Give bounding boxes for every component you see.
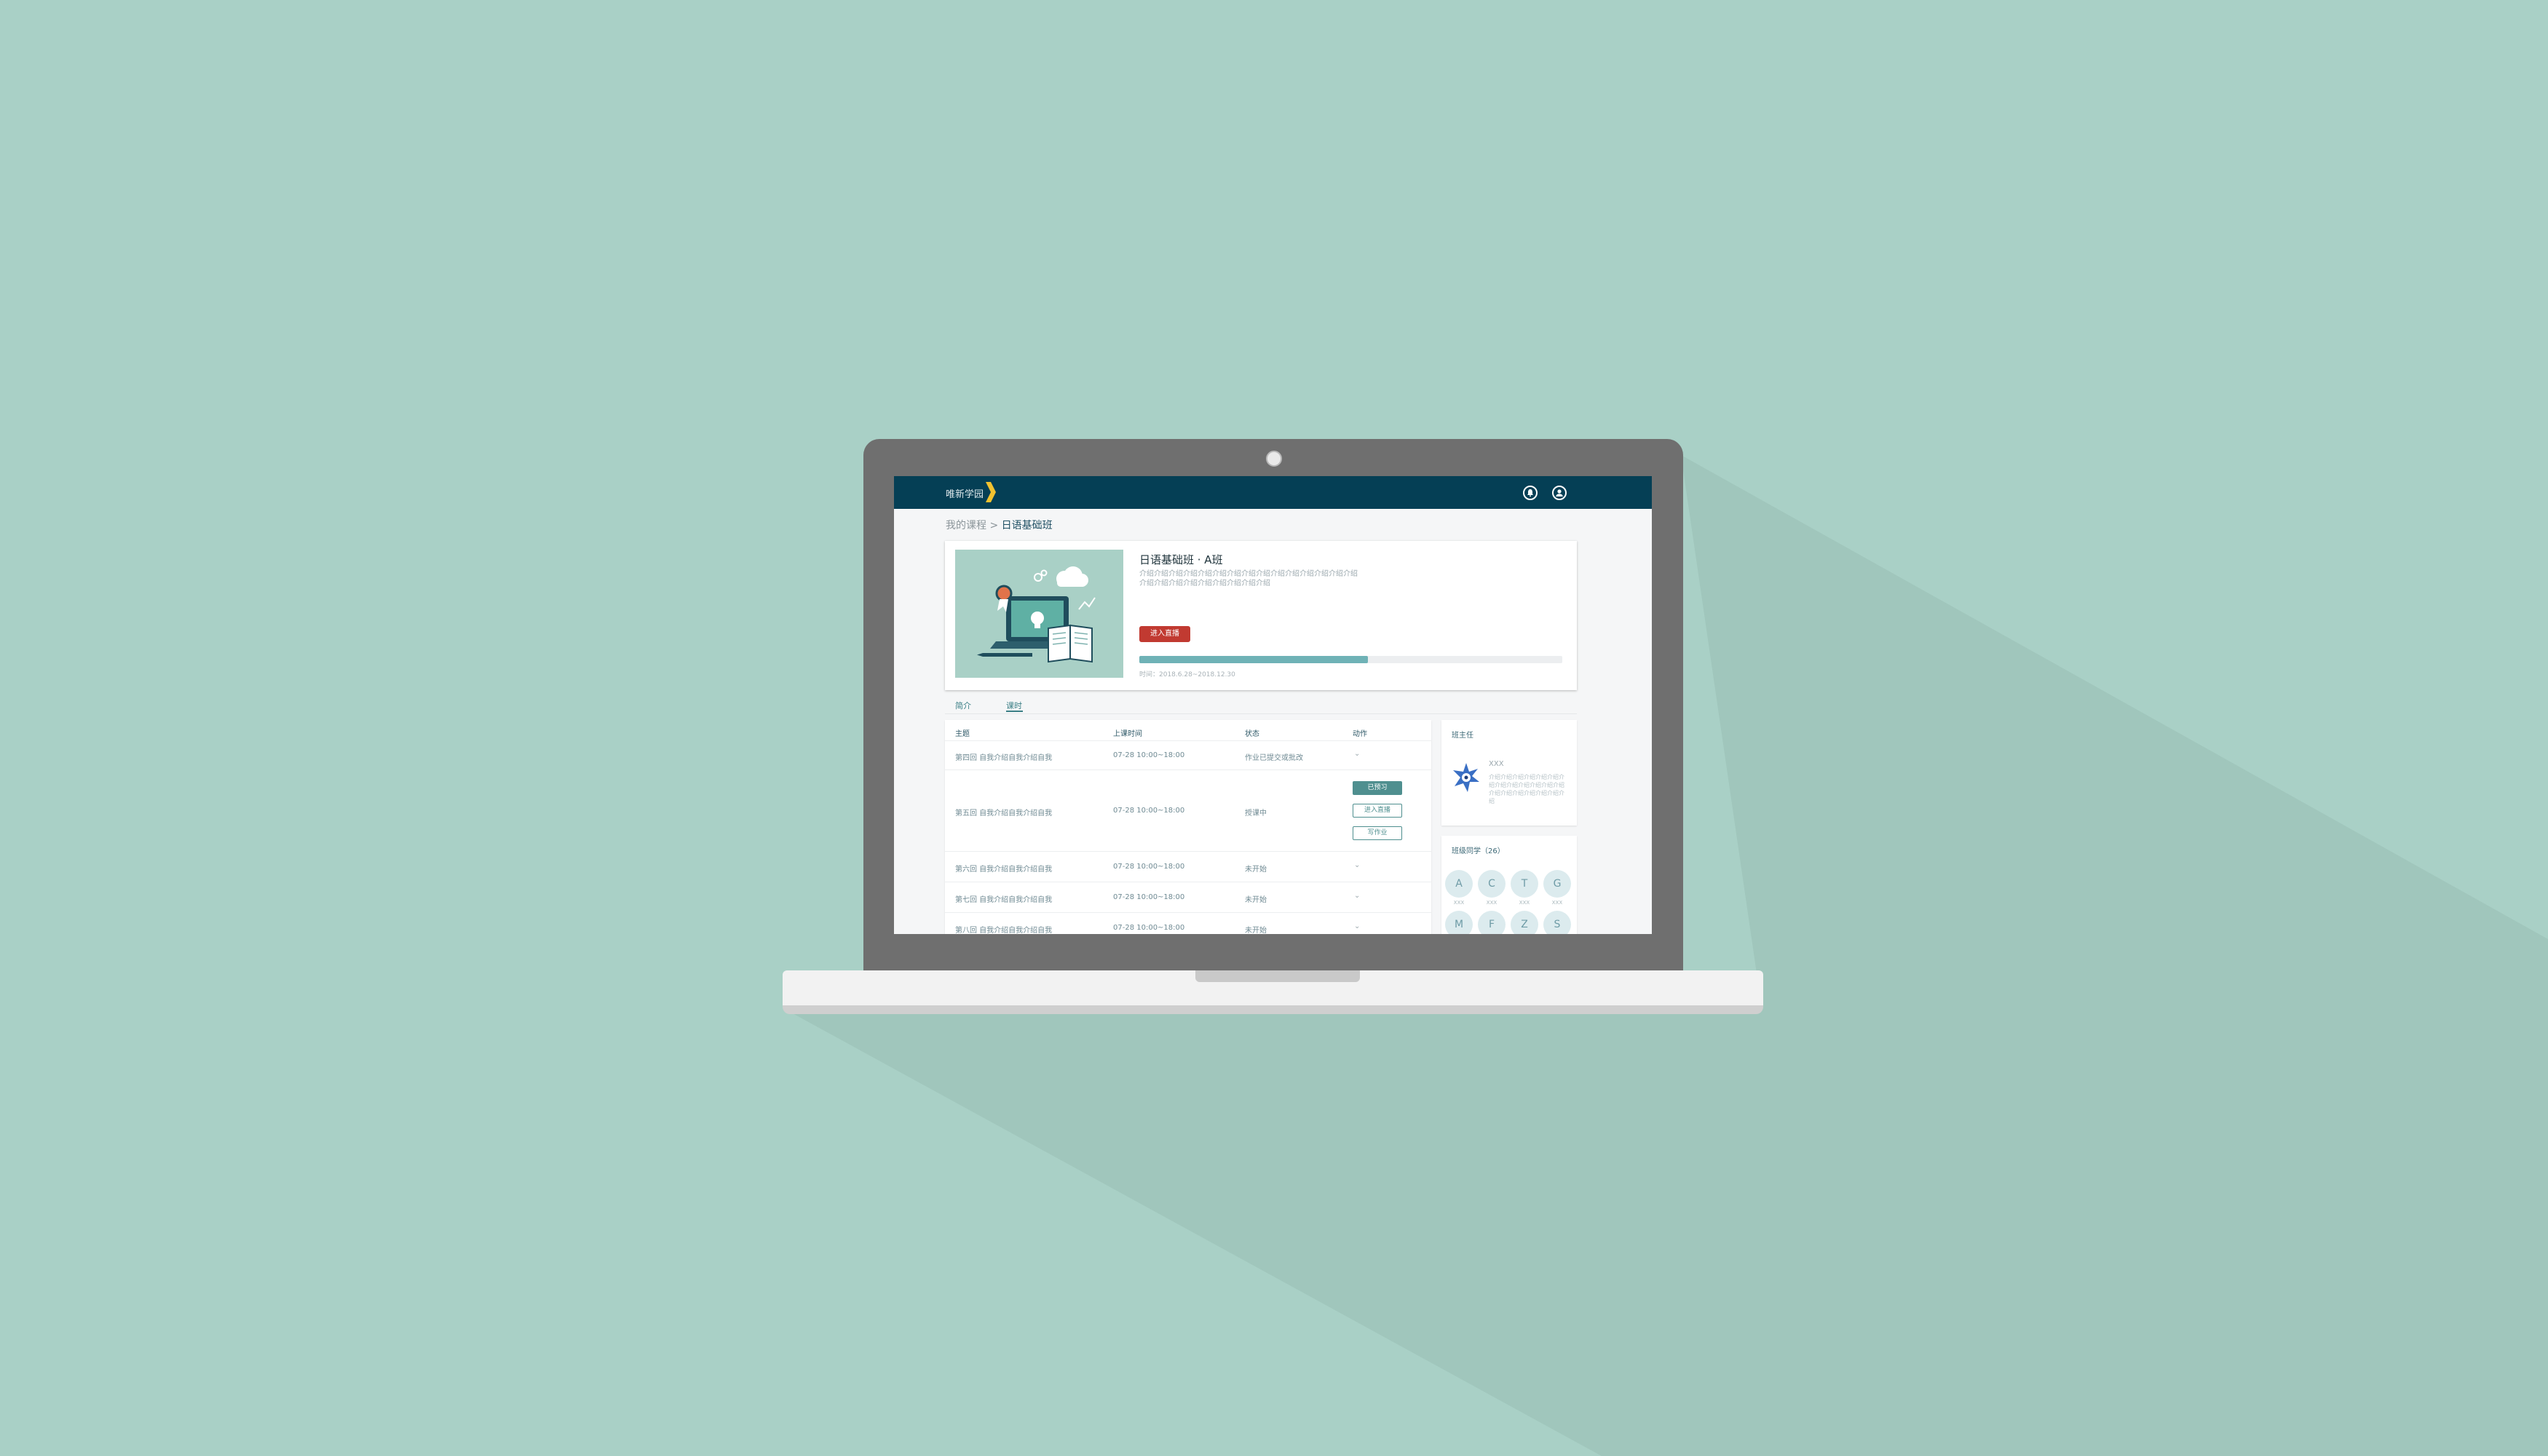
classmate-item[interactable]: S xyxy=(1543,911,1571,934)
classmate-name: XXX xyxy=(1519,900,1530,906)
logo-chevron-icon xyxy=(986,482,996,502)
teacher-panel-title: 班主任 xyxy=(1452,732,1473,740)
user-icon[interactable] xyxy=(1552,486,1567,500)
lesson-status: 未开始 xyxy=(1245,896,1267,904)
app-screen: 唯新学园 我的课程 > 日语基础班 日语基础班 · A班 介绍介绍介绍介绍介绍介… xyxy=(894,476,1652,934)
lessons-table: 主题 上课时间 状态 动作 第四回 自我介绍自我介绍自我 07-28 10:00… xyxy=(945,720,1431,934)
classmate-avatar: T xyxy=(1511,870,1538,898)
teacher-avatar xyxy=(1453,763,1479,792)
previewed-button[interactable]: 已预习 xyxy=(1353,781,1402,795)
lesson-status: 作业已提交或批改 xyxy=(1245,754,1303,762)
classmate-avatar: A xyxy=(1445,870,1473,898)
course-card: 日语基础班 · A班 介绍介绍介绍介绍介绍介绍介绍介绍介绍介绍介绍介绍介绍介绍介… xyxy=(945,541,1577,690)
course-date-range: 时间：2018.6.28~2018.12.30 xyxy=(1139,671,1235,678)
classmate-avatar: C xyxy=(1478,870,1506,898)
chevron-down-icon[interactable]: ⌄ xyxy=(1354,922,1360,930)
classmate-name: XXX xyxy=(1486,900,1497,906)
classmate-avatar: F xyxy=(1478,911,1506,934)
cloud-icon xyxy=(1056,566,1088,587)
classmate-name: XXX xyxy=(1551,900,1563,906)
enter-live-button[interactable]: 进入直播 xyxy=(1139,626,1190,642)
enter-live-lesson-button[interactable]: 进入直播 xyxy=(1353,804,1402,818)
classmate-avatar: Z xyxy=(1511,911,1538,934)
laptop-notch xyxy=(1195,970,1360,982)
lesson-topic: 第八回 自我介绍自我介绍自我 xyxy=(955,927,1053,934)
chevron-down-icon[interactable]: ⌄ xyxy=(1354,861,1360,869)
pencil-icon xyxy=(983,653,1032,657)
medal-icon xyxy=(995,585,1013,602)
lesson-time: 07-28 10:00~18:00 xyxy=(1113,807,1185,815)
top-navbar: 唯新学园 xyxy=(894,476,1652,509)
classmate-name: XXX xyxy=(1453,900,1465,906)
course-progress-fill xyxy=(1139,656,1368,663)
teacher-bio: 介绍介绍介绍介绍介绍介绍介绍介绍介绍介绍介绍介绍介绍介绍介绍介绍介绍介绍介绍介绍 xyxy=(1489,774,1564,804)
lesson-time: 07-28 10:00~18:00 xyxy=(1113,924,1185,932)
classmate-item[interactable]: C XXX xyxy=(1478,870,1506,906)
breadcrumb: 我的课程 > 日语基础班 xyxy=(946,518,1053,532)
webcam xyxy=(1266,451,1282,467)
teacher-name: XXX xyxy=(1489,760,1504,768)
classmate-item[interactable]: F xyxy=(1478,911,1506,934)
classmate-avatar: S xyxy=(1543,911,1571,934)
table-row[interactable]: 第六回 自我介绍自我介绍自我 07-28 10:00~18:00 未开始 ⌄ xyxy=(945,851,1431,882)
classmate-avatar: G xyxy=(1543,870,1571,898)
table-row[interactable]: 第七回 自我介绍自我介绍自我 07-28 10:00~18:00 未开始 ⌄ xyxy=(945,882,1431,913)
classmate-item[interactable]: T XXX xyxy=(1511,870,1538,906)
logo-text[interactable]: 唯新学园 xyxy=(946,486,984,500)
classmate-avatar: M xyxy=(1445,911,1473,934)
lesson-topic: 第四回 自我介绍自我介绍自我 xyxy=(955,754,1053,762)
course-description: 介绍介绍介绍介绍介绍介绍介绍介绍介绍介绍介绍介绍介绍介绍介绍介绍介绍介绍介绍介绍… xyxy=(1139,570,1358,587)
column-header-time: 上课时间 xyxy=(1113,730,1142,738)
lesson-topic: 第七回 自我介绍自我介绍自我 xyxy=(955,896,1053,904)
classmates-panel-title: 班级同学（26） xyxy=(1452,847,1505,855)
lesson-time: 07-28 10:00~18:00 xyxy=(1113,863,1185,871)
lightbulb-icon xyxy=(1031,612,1044,625)
gear-icon xyxy=(1034,569,1048,582)
teacher-panel: 班主任 XXX 介绍介绍介绍介绍介绍介绍介绍介绍介绍介绍介绍介绍介绍介绍介绍介绍… xyxy=(1441,720,1577,826)
lesson-time: 07-28 10:00~18:00 xyxy=(1113,893,1185,901)
lesson-topic: 第六回 自我介绍自我介绍自我 xyxy=(955,866,1053,874)
trend-icon xyxy=(1078,597,1096,610)
tab-intro[interactable]: 简介 xyxy=(955,700,971,711)
table-row: 第五回 自我介绍自我介绍自我 07-28 10:00~18:00 授课中 已预习… xyxy=(945,769,1431,852)
chevron-down-icon[interactable]: ⌄ xyxy=(1354,892,1360,900)
classmate-item[interactable]: Z xyxy=(1511,911,1538,934)
breadcrumb-parent[interactable]: 我的课程 > xyxy=(946,520,998,531)
column-header-status: 状态 xyxy=(1245,730,1259,738)
breadcrumb-current: 日语基础班 xyxy=(1001,520,1053,531)
lesson-time: 07-28 10:00~18:00 xyxy=(1113,751,1185,759)
lesson-status: 未开始 xyxy=(1245,866,1267,874)
course-illustration xyxy=(955,550,1123,678)
lesson-status: 未开始 xyxy=(1245,927,1267,934)
write-homework-button[interactable]: 写作业 xyxy=(1353,826,1402,840)
book-icon xyxy=(1048,624,1093,663)
classmate-item[interactable]: M xyxy=(1445,911,1473,934)
course-title: 日语基础班 · A班 xyxy=(1139,553,1223,566)
lesson-status: 授课中 xyxy=(1245,810,1267,818)
classmate-item[interactable]: A XXX xyxy=(1445,870,1473,906)
active-tab-indicator xyxy=(1006,711,1023,712)
classmate-item[interactable]: G XXX xyxy=(1543,870,1571,906)
tab-lessons[interactable]: 课时 xyxy=(1006,700,1022,711)
column-header-action: 动作 xyxy=(1353,730,1367,738)
column-header-topic: 主题 xyxy=(955,730,970,738)
chevron-down-icon[interactable]: ⌄ xyxy=(1354,750,1360,758)
table-row[interactable]: 第八回 自我介绍自我介绍自我 07-28 10:00~18:00 未开始 ⌄ xyxy=(945,912,1431,934)
course-tabs: 简介 课时 xyxy=(945,696,1577,714)
bell-icon[interactable] xyxy=(1523,486,1538,500)
course-progress-bar xyxy=(1139,656,1562,663)
lesson-topic: 第五回 自我介绍自我介绍自我 xyxy=(955,810,1053,818)
table-row[interactable]: 第四回 自我介绍自我介绍自我 07-28 10:00~18:00 作业已提交或批… xyxy=(945,740,1431,770)
laptop-base-edge xyxy=(783,1005,1763,1014)
classmates-panel: 班级同学（26） A XXX C XXX T XXX G XXX M F Z S xyxy=(1441,836,1577,934)
